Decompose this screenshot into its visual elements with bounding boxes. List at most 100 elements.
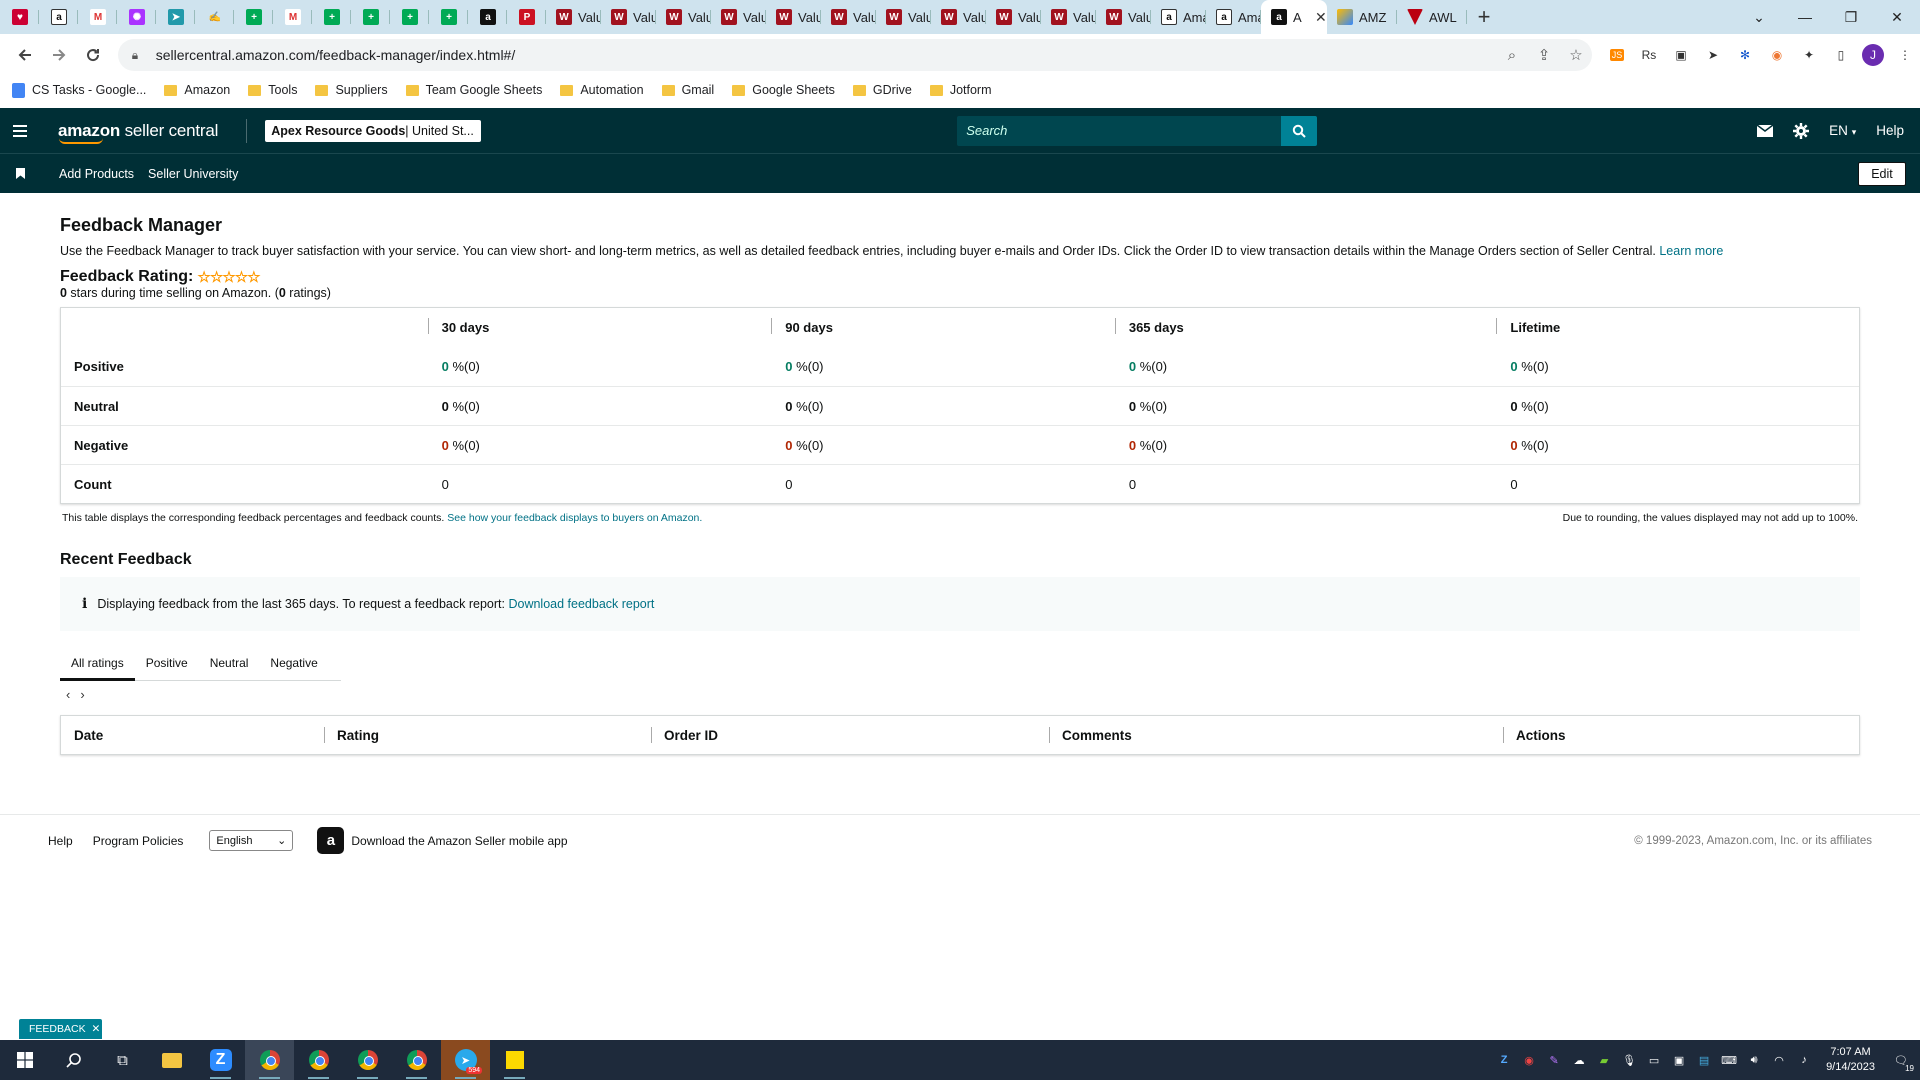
footer-program-policies-link[interactable]: Program Policies	[93, 834, 184, 848]
menu-kebab-icon[interactable]: ⋮	[1890, 40, 1920, 70]
extension-orange-icon[interactable]: ◉	[1762, 40, 1792, 70]
taskbar-telegram[interactable]: ➤ 594	[441, 1040, 490, 1080]
help-link[interactable]: Help	[1876, 123, 1904, 138]
browser-tab[interactable]: W Valu	[1096, 0, 1151, 34]
extension-off-icon[interactable]: ▣	[1666, 40, 1696, 70]
extensions-puzzle-icon[interactable]: ✦	[1794, 40, 1824, 70]
browser-tab[interactable]: W Valu	[821, 0, 876, 34]
close-icon[interactable]: ✕	[91, 1023, 100, 1035]
speaker-icon[interactable]: 🔊︎	[1745, 1051, 1763, 1069]
extension-cursor-icon[interactable]: ➤	[1698, 40, 1728, 70]
pinned-tab[interactable]: ➤	[156, 0, 195, 34]
task-view-button[interactable]: ⧉	[98, 1040, 147, 1080]
hamburger-menu-button[interactable]	[0, 124, 40, 138]
microphone-icon[interactable]: 🎙︎	[1620, 1051, 1638, 1069]
chevron-left-icon[interactable]: ‹	[66, 687, 70, 702]
pinned-tab[interactable]: +	[429, 0, 468, 34]
display-icon[interactable]: ▭	[1645, 1051, 1663, 1069]
forward-button[interactable]	[42, 38, 76, 72]
pinned-tab[interactable]: M	[78, 0, 117, 34]
feedback-widget-tab[interactable]: FEEDBACK ✕	[19, 1019, 102, 1039]
close-tab-icon[interactable]: ✕	[1315, 9, 1327, 26]
browser-tab[interactable]: W Valu	[766, 0, 821, 34]
start-button[interactable]	[0, 1040, 49, 1080]
pen-tray-icon[interactable]: ✎	[1545, 1051, 1563, 1069]
close-window-button[interactable]: ✕	[1874, 9, 1920, 26]
pinned-tab[interactable]: ✍	[195, 0, 234, 34]
browser-tab[interactable]: W Valu	[711, 0, 766, 34]
url-omnibox[interactable]: 🔒︎ sellercentral.amazon.com/feedback-man…	[117, 39, 1592, 71]
browser-tab[interactable]: W Valu	[876, 0, 931, 34]
tab-positive[interactable]: Positive	[135, 645, 199, 681]
footer-help-link[interactable]: Help	[48, 834, 73, 848]
taskbar-sticky-notes[interactable]	[490, 1040, 539, 1080]
bookmark-item[interactable]: Jotform	[929, 83, 992, 97]
bookmark-item[interactable]: Team Google Sheets	[405, 83, 542, 97]
messages-button[interactable]	[1757, 124, 1774, 137]
browser-tab[interactable]: W Valu	[656, 0, 711, 34]
restore-button[interactable]: ❐	[1828, 9, 1874, 26]
keyboard-icon[interactable]: ⌨	[1720, 1051, 1738, 1069]
seller-central-logo[interactable]: amazon seller central	[58, 121, 218, 144]
col-actions[interactable]: Actions	[1503, 726, 1703, 743]
nav-add-products[interactable]: Add Products	[59, 167, 134, 181]
profile-avatar[interactable]: J	[1858, 40, 1888, 70]
minimize-button[interactable]: —	[1782, 9, 1828, 25]
tab-negative[interactable]: Negative	[259, 645, 328, 681]
bookmark-item[interactable]: Gmail	[661, 83, 714, 97]
side-panel-icon[interactable]: ▯	[1826, 40, 1856, 70]
chevron-right-icon[interactable]: ›	[80, 687, 84, 702]
bookmark-icon[interactable]	[0, 168, 40, 179]
url-text[interactable]: sellercentral.amazon.com/feedback-manage…	[156, 47, 1496, 63]
extension-rs-icon[interactable]: Rs	[1634, 40, 1664, 70]
search-input[interactable]: Search	[957, 115, 1282, 146]
bookmark-item[interactable]: Automation	[560, 83, 644, 97]
extension-js-icon[interactable]: JS	[1602, 40, 1632, 70]
tab-all-ratings[interactable]: All ratings	[60, 645, 135, 681]
store-selector[interactable]: Apex Resource Goods | United St...	[265, 119, 482, 142]
extension-blue-icon[interactable]: ✻	[1730, 40, 1760, 70]
pinned-tab[interactable]: ♥	[0, 0, 39, 34]
browser-tab[interactable]: W Valu	[546, 0, 601, 34]
taskbar-file-explorer[interactable]	[147, 1040, 196, 1080]
bookmark-item[interactable]: CS Tasks - Google...	[12, 82, 146, 98]
bookmark-star-icon[interactable]: ☆	[1560, 46, 1592, 64]
app-download-text[interactable]: Download the Amazon Seller mobile app	[351, 834, 567, 848]
pinned-tab[interactable]: P	[507, 0, 546, 34]
col-date[interactable]: Date	[61, 728, 324, 743]
tab-neutral[interactable]: Neutral	[199, 645, 260, 681]
new-tab-button[interactable]: +	[1467, 0, 1501, 34]
taskbar-chrome-1[interactable]	[245, 1040, 294, 1080]
col-comments[interactable]: Comments	[1049, 726, 1503, 743]
back-button[interactable]	[8, 38, 42, 72]
tab-amz[interactable]: AMZ	[1327, 0, 1397, 34]
onedrive-icon[interactable]: ☁	[1570, 1051, 1588, 1069]
taskbar-zoom[interactable]: Z	[196, 1040, 245, 1080]
share-icon[interactable]: ⇪	[1528, 46, 1560, 64]
bookmark-item[interactable]: Suppliers	[315, 83, 388, 97]
pinned-tab[interactable]: +	[351, 0, 390, 34]
pinned-tab[interactable]: a	[468, 0, 507, 34]
mobile-app-download[interactable]: a Download the Amazon Seller mobile app	[317, 827, 568, 854]
taskbar-chrome-4[interactable]	[392, 1040, 441, 1080]
zoom-icon[interactable]: ⌕	[1496, 47, 1528, 64]
pinned-tab[interactable]: +	[390, 0, 429, 34]
nav-seller-university[interactable]: Seller University	[148, 167, 238, 181]
browser-tab[interactable]: W Valu	[986, 0, 1041, 34]
tab-awl[interactable]: AWL	[1397, 0, 1467, 34]
bookmark-item[interactable]: Google Sheets	[732, 83, 835, 97]
settings-button[interactable]	[1793, 122, 1810, 139]
bookmark-item[interactable]: GDrive	[852, 83, 912, 97]
browser-tab[interactable]: W Valu	[931, 0, 986, 34]
taskbar-clock[interactable]: 7:07 AM 9/14/2023	[1826, 1045, 1875, 1075]
search-button[interactable]	[1281, 115, 1318, 146]
edit-nav-button[interactable]: Edit	[1858, 161, 1906, 186]
learn-more-link[interactable]: Learn more	[1659, 244, 1723, 258]
app-tray-icon[interactable]: ▤	[1695, 1051, 1713, 1069]
col-rating[interactable]: Rating	[324, 726, 651, 743]
lock-icon[interactable]: 🔒︎	[132, 48, 146, 63]
nvidia-icon[interactable]: ▰	[1595, 1051, 1613, 1069]
bookmark-item[interactable]: Tools	[248, 83, 297, 97]
browser-tab[interactable]: W Valu	[1041, 0, 1096, 34]
bookmark-item[interactable]: Amazon	[164, 83, 230, 97]
